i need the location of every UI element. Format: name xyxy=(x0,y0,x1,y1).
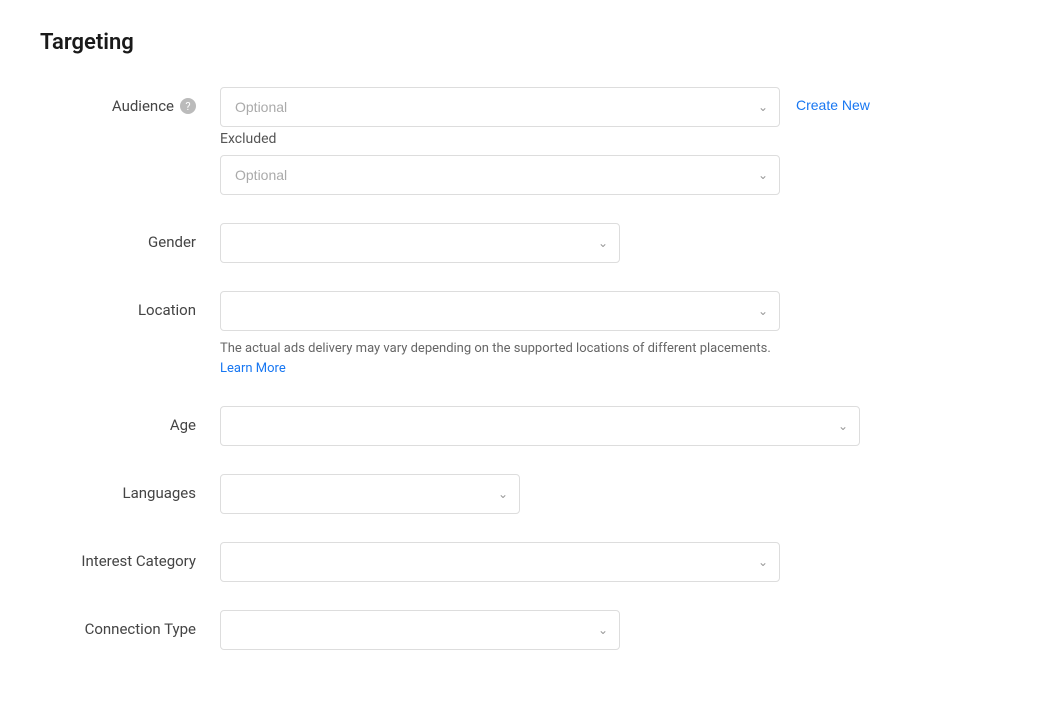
location-select-wrapper: ⌄ xyxy=(220,291,780,331)
page-title: Targeting xyxy=(40,30,1009,55)
gender-row: Gender ⌄ xyxy=(40,223,1009,263)
languages-label: Languages xyxy=(40,474,220,502)
connection-type-label: Connection Type xyxy=(40,610,220,638)
age-label: Age xyxy=(40,406,220,434)
learn-more-link[interactable]: Learn More xyxy=(220,361,286,376)
location-controls: ⌄ The actual ads delivery may vary depen… xyxy=(220,291,780,378)
connection-type-select[interactable] xyxy=(220,610,620,650)
audience-label: Audience ? xyxy=(40,87,220,115)
excluded-select-wrapper: Optional ⌄ xyxy=(220,155,780,195)
audience-controls: Optional ⌄ Excluded Optional ⌄ Create Ne… xyxy=(220,87,1009,195)
location-label: Location xyxy=(40,291,220,319)
interest-category-row: Interest Category ⌄ xyxy=(40,542,1009,582)
languages-select-wrapper: ⌄ xyxy=(220,474,520,514)
create-new-button[interactable]: Create New xyxy=(796,87,870,123)
gender-select[interactable] xyxy=(220,223,620,263)
audience-help-icon[interactable]: ? xyxy=(180,98,196,114)
targeting-form: Audience ? Optional ⌄ Excluded xyxy=(40,87,1009,678)
excluded-label: Excluded xyxy=(220,131,780,147)
location-select[interactable] xyxy=(220,291,780,331)
gender-select-wrapper: ⌄ xyxy=(220,223,620,263)
connection-type-select-wrapper: ⌄ xyxy=(220,610,620,650)
gender-label: Gender xyxy=(40,223,220,251)
age-row: Age ⌄ xyxy=(40,406,1009,446)
excluded-select[interactable]: Optional xyxy=(220,155,780,195)
audience-row: Audience ? Optional ⌄ Excluded xyxy=(40,87,1009,195)
interest-category-select-wrapper: ⌄ xyxy=(220,542,780,582)
interest-category-select[interactable] xyxy=(220,542,780,582)
location-row: Location ⌄ The actual ads delivery may v… xyxy=(40,291,1009,378)
audience-select-col: Optional ⌄ Excluded Optional ⌄ xyxy=(220,87,780,195)
location-helper-text: The actual ads delivery may vary dependi… xyxy=(220,339,780,378)
age-select[interactable] xyxy=(220,406,860,446)
connection-type-row: Connection Type ⌄ xyxy=(40,610,1009,650)
page-container: Targeting Audience ? Optional xyxy=(40,30,1009,678)
audience-select-wrapper: Optional ⌄ xyxy=(220,87,780,127)
age-select-wrapper: ⌄ xyxy=(220,406,860,446)
languages-select[interactable] xyxy=(220,474,520,514)
languages-row: Languages ⌄ xyxy=(40,474,1009,514)
interest-category-label: Interest Category xyxy=(40,542,220,570)
audience-select[interactable]: Optional xyxy=(220,87,780,127)
